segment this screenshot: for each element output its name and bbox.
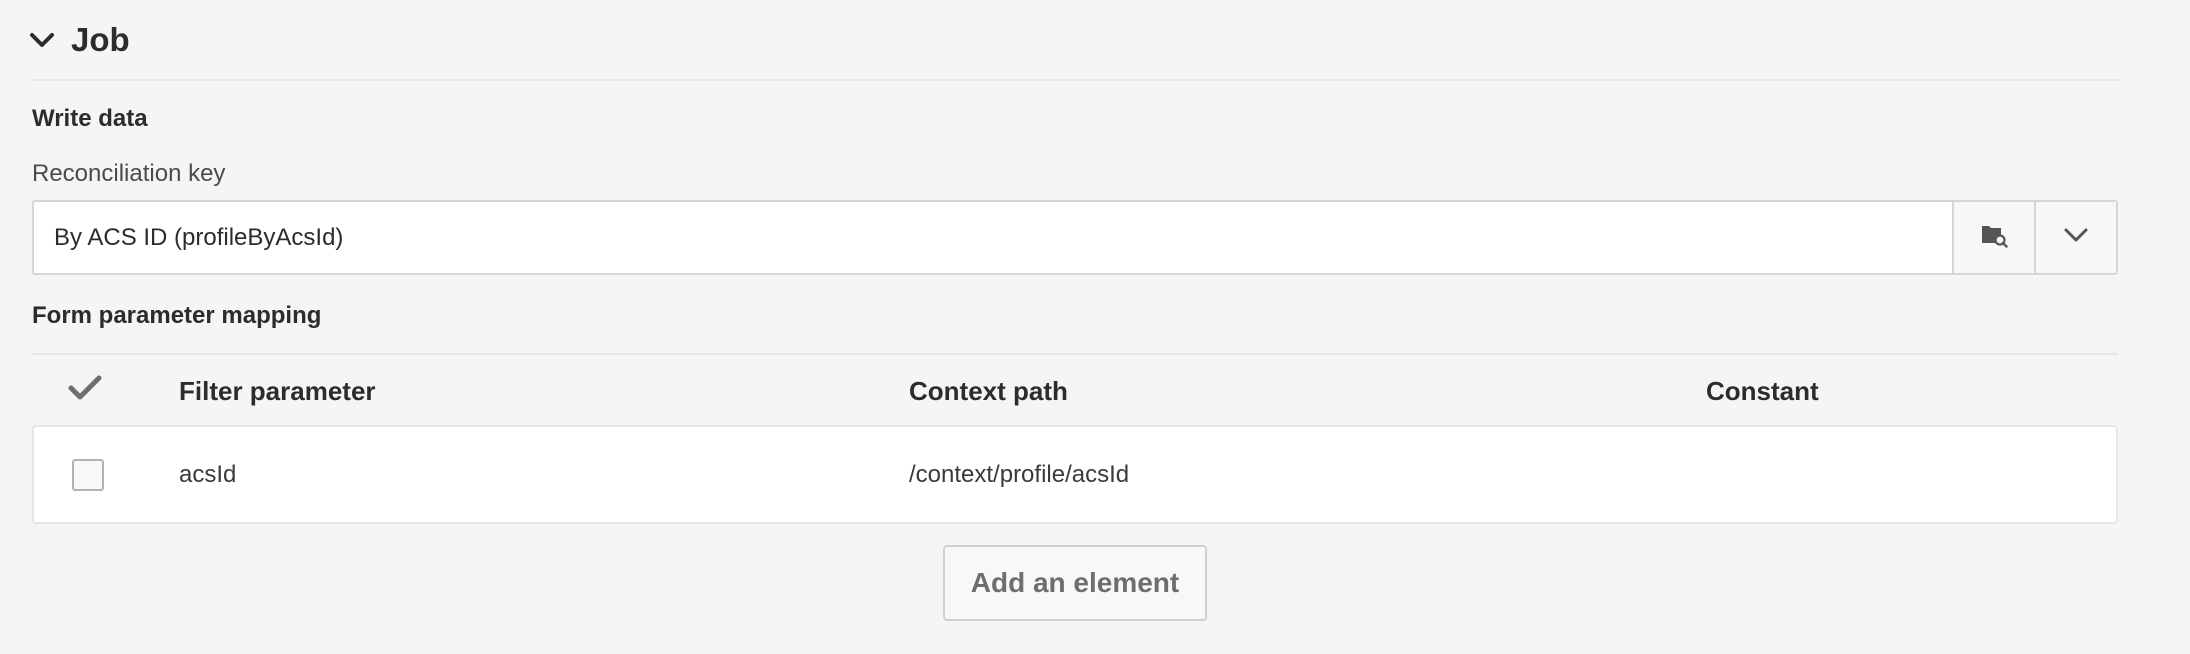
form-parameter-mapping-heading: Form parameter mapping <box>32 302 322 329</box>
mapping-table-header: Filter parameter Context path Constant <box>32 357 2118 425</box>
chevron-down-icon <box>2064 227 2088 248</box>
column-context-path: Context path <box>909 375 1068 406</box>
browse-button[interactable] <box>1952 202 2034 273</box>
row-context-path: /context/profile/acsId <box>909 460 1130 488</box>
column-filter-parameter: Filter parameter <box>179 375 376 406</box>
folder-search-icon <box>1980 222 2008 253</box>
row-select-cell <box>72 427 104 522</box>
add-element-button[interactable]: Add an element <box>943 545 1207 621</box>
chevron-down-icon <box>29 31 55 49</box>
row-filter-parameter: acsId <box>179 460 237 488</box>
section-title: Job <box>71 21 130 58</box>
mapping-divider <box>32 353 2118 355</box>
reconciliation-key-label: Reconciliation key <box>32 160 226 187</box>
write-data-heading: Write data <box>32 105 148 132</box>
reconciliation-key-value[interactable]: By ACS ID (profileByAcsId) <box>34 202 1952 273</box>
row-checkbox[interactable] <box>72 458 104 491</box>
checkmark-icon <box>68 374 102 409</box>
job-section-toggle[interactable]: Job <box>29 14 130 66</box>
column-constant: Constant <box>1706 375 1819 406</box>
dropdown-button[interactable] <box>2034 202 2116 273</box>
table-row[interactable]: acsId /context/profile/acsId <box>32 425 2118 524</box>
job-panel: Job Write data Reconciliation key By ACS… <box>0 0 2190 654</box>
select-all-column[interactable] <box>68 357 102 425</box>
section-divider <box>32 79 2118 81</box>
reconciliation-key-select[interactable]: By ACS ID (profileByAcsId) <box>32 200 2118 275</box>
